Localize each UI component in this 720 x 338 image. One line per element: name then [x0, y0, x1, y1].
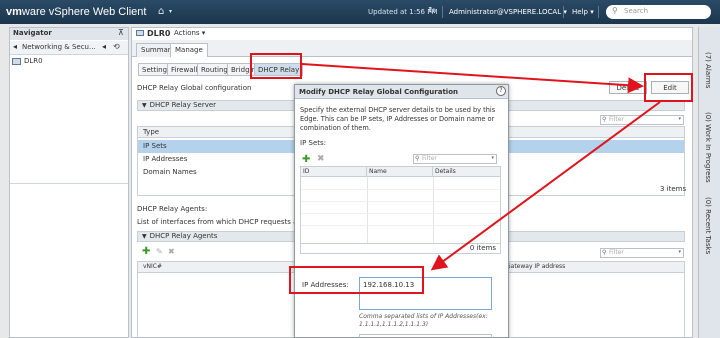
annotation-arrows	[301, 63, 661, 271]
annotation-arrow	[301, 63, 644, 94]
annotation-arrow	[430, 101, 661, 271]
